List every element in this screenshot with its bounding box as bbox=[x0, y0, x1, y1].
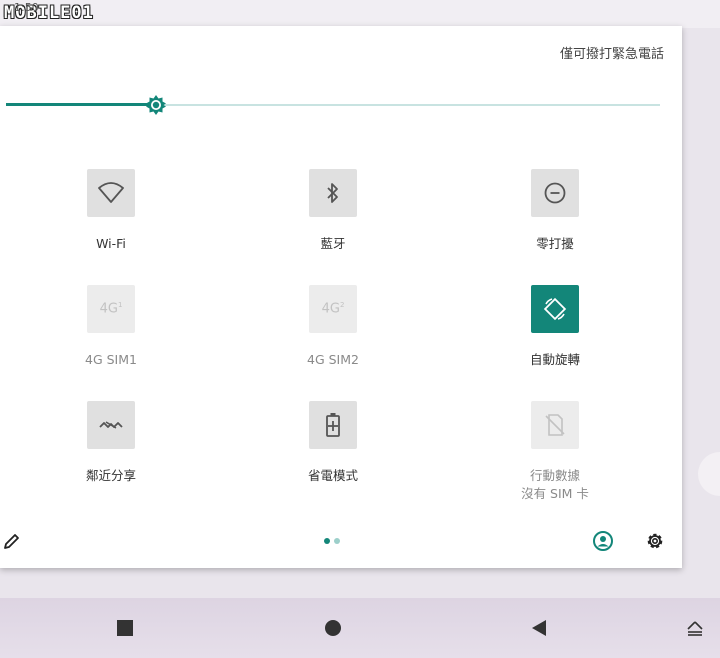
page-indicator bbox=[324, 538, 340, 544]
tile-nearby-share[interactable]: 鄰近分享 bbox=[31, 401, 191, 485]
tile-sublabel: 沒有 SIM 卡 bbox=[521, 486, 589, 501]
emergency-calls-only-text: 僅可撥打緊急電話 bbox=[559, 47, 664, 62]
tile-label: 行動數據 bbox=[529, 468, 580, 483]
auto-rotate-icon bbox=[531, 285, 579, 333]
brightness-fill bbox=[6, 103, 157, 106]
nearby-share-icon bbox=[87, 401, 135, 449]
battery-saver-icon bbox=[309, 401, 357, 449]
do-not-disturb-icon bbox=[531, 169, 579, 217]
tile-label: 省電模式 bbox=[307, 468, 358, 483]
home-button[interactable] bbox=[318, 598, 348, 658]
background-app-icon bbox=[698, 452, 720, 496]
tile-label: 自動旋轉 bbox=[529, 352, 580, 367]
square-icon bbox=[117, 620, 133, 636]
tile-4g-sim1[interactable]: 4G1 4G SIM1 bbox=[31, 285, 191, 369]
tile-auto-rotate[interactable]: 自動旋轉 bbox=[475, 285, 635, 369]
quick-settings-panel: 僅可撥打緊急電話 Wi-Fi 藍牙 零打擾 4G1 4G SIM1 4G2 4G… bbox=[0, 26, 682, 568]
eject-icon bbox=[687, 621, 703, 636]
tile-battery-saver[interactable]: 省電模式 bbox=[253, 401, 413, 485]
tile-label: Wi-Fi bbox=[96, 236, 126, 251]
tile-bluetooth[interactable]: 藍牙 bbox=[253, 169, 413, 253]
status-clock: 1:50 bbox=[14, 1, 39, 14]
brightness-slider[interactable] bbox=[6, 94, 660, 116]
brightness-thumb[interactable] bbox=[145, 94, 167, 116]
wifi-icon bbox=[87, 169, 135, 217]
back-button[interactable] bbox=[524, 598, 554, 658]
tile-wifi[interactable]: Wi-Fi bbox=[31, 169, 191, 253]
4g-sim1-icon: 4G1 bbox=[87, 285, 135, 333]
account-icon[interactable] bbox=[592, 530, 614, 552]
bluetooth-icon bbox=[309, 169, 357, 217]
navigation-bar bbox=[0, 598, 720, 658]
gear-icon[interactable] bbox=[644, 530, 666, 552]
brightness-icon bbox=[146, 95, 167, 115]
quick-settings-footer bbox=[0, 524, 682, 560]
4g-sim2-icon: 4G2 bbox=[309, 285, 357, 333]
eject-button[interactable] bbox=[680, 598, 710, 658]
tile-label: 藍牙 bbox=[320, 236, 346, 251]
page-dot-active bbox=[324, 538, 330, 544]
tile-label: 鄰近分享 bbox=[85, 468, 136, 483]
tile-mobile-data[interactable]: 行動數據 沒有 SIM 卡 bbox=[475, 401, 635, 503]
page-dot bbox=[334, 538, 340, 544]
no-sim-icon bbox=[531, 401, 579, 449]
watermark-logo: 1:50 MOBILE01 bbox=[4, 1, 94, 23]
circle-icon bbox=[325, 620, 341, 636]
tile-4g-sim2[interactable]: 4G2 4G SIM2 bbox=[253, 285, 413, 369]
status-bar bbox=[0, 0, 720, 28]
tile-label: 零打擾 bbox=[536, 236, 574, 251]
tile-do-not-disturb[interactable]: 零打擾 bbox=[475, 169, 635, 253]
tile-label: 4G SIM2 bbox=[307, 352, 359, 367]
tile-label: 4G SIM1 bbox=[85, 352, 137, 367]
back-triangle-icon bbox=[532, 620, 546, 636]
edit-icon[interactable] bbox=[2, 531, 20, 551]
recents-button[interactable] bbox=[110, 598, 140, 658]
